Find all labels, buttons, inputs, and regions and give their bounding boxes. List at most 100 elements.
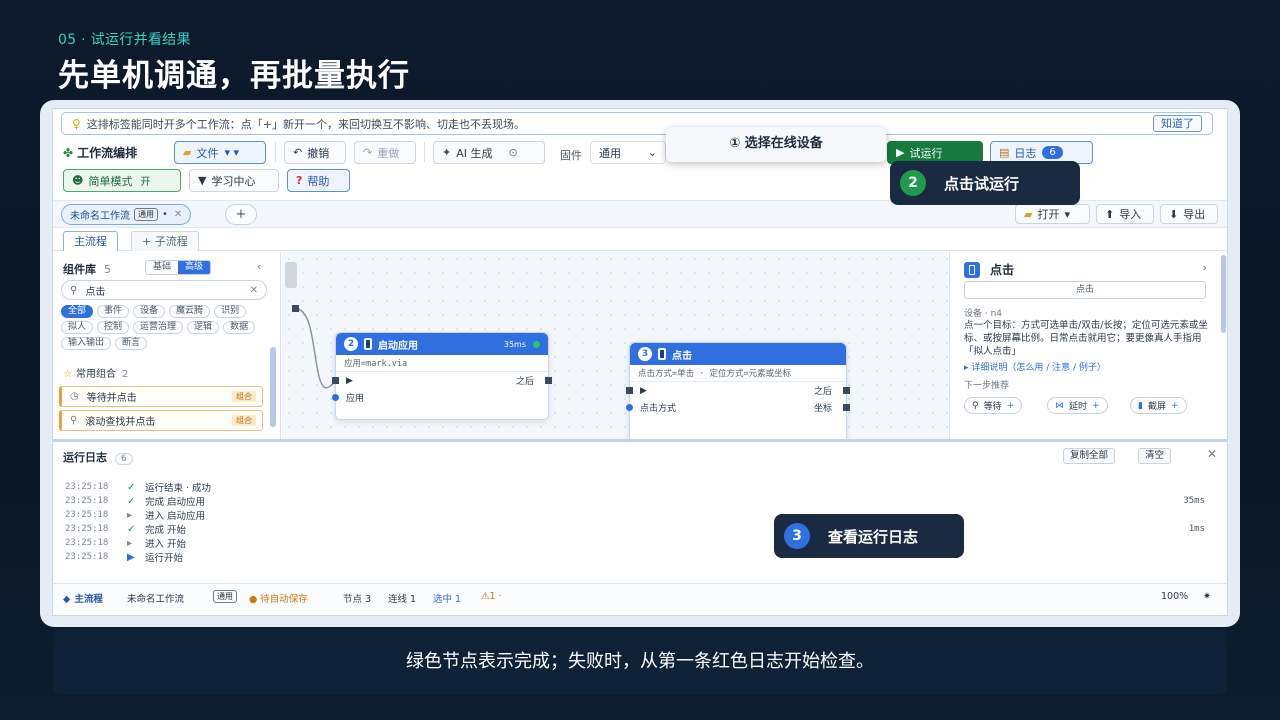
- undo-button[interactable]: ↶ 撤销: [284, 141, 346, 164]
- collapse-panel-icon[interactable]: ›: [1203, 261, 1207, 274]
- chip-event[interactable]: 事件: [97, 305, 130, 318]
- log-line: 23:25:18 ✓ 完成 启动应用 35ms: [65, 494, 1205, 509]
- props-scrollbar[interactable]: [1221, 255, 1226, 333]
- log-icon: ▤: [999, 146, 1010, 159]
- in-port[interactable]: [332, 377, 339, 384]
- combo-item-tag: 组合: [232, 391, 256, 402]
- help-button[interactable]: ? 帮助: [287, 169, 350, 192]
- next-step-wait[interactable]: ⚲ 等待 +: [964, 397, 1023, 414]
- library-scrollbar[interactable]: [270, 347, 276, 427]
- next-step-delay[interactable]: ⋈ 延时 +: [1047, 397, 1108, 414]
- log-line: 23:25:18 ▸ 进入 启动应用: [65, 508, 1205, 523]
- theme-icon[interactable]: ✷: [1203, 591, 1211, 602]
- out-port-label: 之后: [515, 377, 534, 387]
- close-icon[interactable]: ✕: [1207, 447, 1217, 461]
- library-mode-basic[interactable]: 基础: [146, 261, 179, 274]
- log-time: 23:25:18: [65, 496, 109, 506]
- chip-all[interactable]: 全部: [61, 305, 94, 318]
- file-label: 文件: [196, 146, 219, 160]
- selected-count: 选中 1: [433, 594, 462, 605]
- ai-generate-button[interactable]: ✦ AI 生成 ⊙: [433, 141, 545, 164]
- log-time: 23:25:18: [65, 482, 109, 492]
- simple-mode-toggle[interactable]: ☻ 简单模式开: [63, 169, 181, 192]
- chip-ops[interactable]: 运营治理: [133, 321, 184, 334]
- status-dot: [533, 340, 540, 348]
- simple-mode-state: 开: [140, 177, 151, 188]
- tab-sub-flow[interactable]: + 子流程: [131, 231, 199, 251]
- library-search-input[interactable]: ⚲ 点击 ✕: [61, 280, 267, 300]
- close-icon[interactable]: ✕: [174, 209, 182, 220]
- library-mode-advanced[interactable]: 高级: [178, 261, 211, 274]
- param-port[interactable]: [626, 404, 633, 411]
- log-line: 23:25:18 ▶ 运行开始: [65, 550, 1205, 565]
- workflow-tab[interactable]: 未命名工作流 通用 • ✕: [61, 204, 192, 225]
- tip-bar: ♀ 这排标签能同时开多个工作流：点「+」新开一个，来回切换互不影响、切走也不丢现…: [61, 112, 1213, 135]
- collapse-icon[interactable]: ‹: [257, 260, 261, 273]
- export-label: 导出: [1183, 208, 1206, 221]
- ai-label: AI 生成: [456, 146, 493, 160]
- chip-logic[interactable]: 逻辑: [187, 321, 220, 334]
- chip-moyunteng[interactable]: 魔云腾: [169, 305, 211, 318]
- chip-assert[interactable]: 断言: [115, 337, 148, 350]
- param-label: 应用: [346, 394, 365, 404]
- check-icon: ✓: [127, 481, 136, 493]
- chip-io[interactable]: 输入输出: [61, 337, 112, 350]
- callout-number: 3: [784, 523, 810, 549]
- phone-icon: [964, 261, 980, 278]
- in-port[interactable]: [626, 387, 633, 394]
- node-name-input[interactable]: 点击: [964, 281, 1206, 299]
- enter-icon: ▸: [127, 537, 133, 549]
- chip-device[interactable]: 设备: [133, 305, 166, 318]
- chip-data[interactable]: 数据: [223, 321, 256, 334]
- tab-main-flow[interactable]: 主流程: [63, 231, 118, 251]
- status-main-flow[interactable]: ◆ 主流程: [63, 591, 103, 605]
- flow-canvas[interactable]: 2 启动应用 35ms 应用=mark.via ▶ 之后 应用 3 点击 点击方式=单击…: [282, 252, 948, 440]
- copy-all-button[interactable]: 复制全部: [1063, 448, 1116, 464]
- param-out-port[interactable]: [843, 404, 850, 411]
- tip-dismiss-button[interactable]: 知道了: [1153, 115, 1202, 132]
- next-step-screenshot[interactable]: ▮ 截屏 +: [1130, 397, 1187, 414]
- start-out-port: [292, 305, 299, 312]
- search-icon: ⚲: [70, 284, 78, 296]
- node-launch-app[interactable]: 2 启动应用 35ms 应用=mark.via ▶ 之后 应用: [332, 332, 552, 420]
- node-summary: 点击方式=单击 · 定位方式=元素或坐标: [630, 365, 846, 382]
- import-button[interactable]: ⬆ 导入: [1096, 204, 1154, 224]
- clear-log-button[interactable]: 清空: [1138, 448, 1172, 464]
- warning-count[interactable]: ⚠1 ·: [481, 591, 502, 602]
- detail-link[interactable]: ▸ 详细说明（怎么用 / 注意 / 例子）: [964, 360, 1106, 373]
- plus-icon: +: [1170, 400, 1179, 411]
- clear-icon[interactable]: ✕: [250, 285, 258, 296]
- chip-recognize[interactable]: 识别: [214, 305, 247, 318]
- out-port[interactable]: [843, 387, 850, 394]
- import-label: 导入: [1119, 208, 1142, 221]
- face-icon: ☻: [72, 174, 84, 187]
- chip-humanlike[interactable]: 拟人: [61, 321, 94, 334]
- properties-panel: 点击 › 点击 设备 · n4 点一个目标：方式可选单击/双击/长按；定位可选元…: [949, 252, 1227, 440]
- question-icon: ?: [296, 174, 303, 187]
- export-button[interactable]: ⬇ 导出: [1160, 204, 1218, 224]
- redo-button[interactable]: ↷ 重做: [354, 141, 416, 164]
- out-port[interactable]: [545, 377, 552, 384]
- log-time: 23:25:18: [65, 538, 109, 548]
- ai-options-icon: ⊙: [508, 146, 518, 159]
- out-port-label: 之后: [813, 387, 832, 397]
- chevron-down-icon: ⌄: [647, 146, 657, 159]
- zoom-level[interactable]: 100%: [1161, 591, 1188, 602]
- props-title-text: 点击: [990, 263, 1015, 277]
- log-count-badge: 6: [1042, 146, 1063, 159]
- combo-item[interactable]: ⚲ 滚动查找并点击 组合: [59, 410, 263, 431]
- chip-control[interactable]: 控制: [97, 321, 130, 334]
- learning-center-button[interactable]: ▼ 学习中心: [189, 169, 279, 192]
- combo-item[interactable]: ◷ 等待并点击 组合: [59, 386, 263, 407]
- node-click[interactable]: 3 点击 点击方式=单击 · 定位方式=元素或坐标 ▶ 之后 点击方式 坐标: [626, 342, 850, 440]
- timer-icon: ◷: [70, 391, 79, 402]
- undo-icon: ↶: [293, 146, 303, 159]
- add-workflow-tab-button[interactable]: +: [225, 204, 257, 225]
- log-line: 23:25:18 ✓ 运行结束 · 成功: [65, 480, 1205, 495]
- firmware-select[interactable]: 通用 ⌄: [590, 141, 666, 164]
- callout-text: 查看运行日志: [828, 527, 919, 546]
- param-port[interactable]: [332, 394, 339, 401]
- file-menu-button[interactable]: ▰ 文件 ▾ ▾: [174, 141, 266, 164]
- open-button[interactable]: ▰ 打开 ▾: [1015, 204, 1090, 224]
- bulb-icon: ♀: [72, 116, 81, 131]
